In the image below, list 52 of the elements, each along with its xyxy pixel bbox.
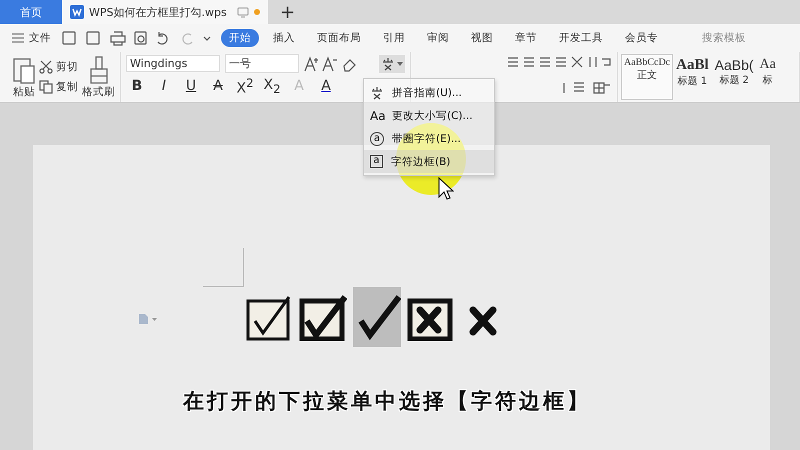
copy-icon — [39, 80, 53, 94]
ribbon-tab[interactable]: 审阅 — [419, 29, 457, 47]
menu-item[interactable]: a 带圈字符(E)... — [364, 127, 494, 150]
clipboard-icon — [13, 56, 35, 84]
scissors-icon — [39, 60, 53, 74]
document-icon — [70, 5, 84, 19]
style-preset[interactable]: AaBl 标题 1 — [673, 54, 712, 100]
ribbon-tab[interactable]: 页面布局 — [309, 29, 369, 47]
ribbon-tab[interactable]: 会员专 — [617, 29, 666, 47]
format-button[interactable]: A — [315, 78, 337, 94]
font-size-field[interactable]: 一号 — [225, 54, 299, 73]
monitor-icon[interactable] — [237, 6, 249, 18]
format-button[interactable]: X$_{2}$ — [261, 76, 283, 96]
format-painter-button[interactable]: 格式刷 — [82, 56, 115, 98]
mouse-pointer-icon — [438, 177, 454, 201]
ribbon-tab[interactable]: 开始 — [221, 29, 259, 47]
caret-icon — [397, 62, 403, 66]
style-preset[interactable]: Aa 标 — [756, 54, 779, 100]
ribbon-tab[interactable]: 视图 — [463, 29, 501, 47]
pinyin-button[interactable] — [379, 54, 405, 72]
ribbon-tab[interactable]: 插入 — [265, 29, 303, 47]
paste-button[interactable]: 粘贴 — [13, 56, 35, 98]
ribbon-tab[interactable]: 章节 — [507, 29, 545, 47]
boxed-glyph: a — [370, 155, 383, 168]
paintbrush-icon — [88, 56, 108, 84]
ribbon-tab[interactable]: 开发工具 — [551, 29, 611, 47]
menu-item[interactable]: Aa 更改大小写(C)... — [364, 104, 494, 127]
quick-access-icons[interactable] — [61, 30, 211, 46]
ribbon-tab[interactable]: 引用 — [375, 29, 413, 47]
document-tab[interactable]: WPS如何在方框里打勾.wps — [62, 0, 268, 24]
document-tab[interactable]: 首页 — [0, 0, 62, 24]
style-preset[interactable]: AaBb( 标题 2 — [712, 54, 757, 100]
new-tab-button[interactable]: + — [268, 2, 308, 22]
format-button[interactable]: X$^{2}$ — [234, 76, 256, 97]
pinyin-guide-icon — [381, 56, 395, 70]
font-name-field[interactable]: Wingdings — [126, 55, 220, 72]
video-caption: 在打开的下拉菜单中选择【字符边框】 — [183, 388, 591, 415]
format-button[interactable]: B — [126, 78, 148, 94]
menu-item[interactable]: 拼音指南(U)... — [364, 81, 494, 104]
format-button[interactable]: U — [180, 78, 202, 94]
cut-button[interactable]: 剪切 — [39, 60, 78, 74]
case-glyph: Aa — [370, 108, 384, 122]
format-button[interactable]: A — [207, 78, 229, 94]
menu-icon — [12, 33, 24, 43]
unsaved-dot — [254, 9, 260, 15]
style-preset[interactable]: AaBbCcDc 正文 — [621, 54, 674, 100]
circled-glyph: a — [370, 132, 384, 146]
margin-corner-mark — [203, 248, 244, 287]
format-button[interactable]: I — [153, 78, 175, 94]
file-menu[interactable]: 文件 — [12, 31, 51, 45]
copy-button[interactable]: 复制 — [39, 80, 78, 94]
pinyin-guide-icon — [370, 86, 384, 100]
